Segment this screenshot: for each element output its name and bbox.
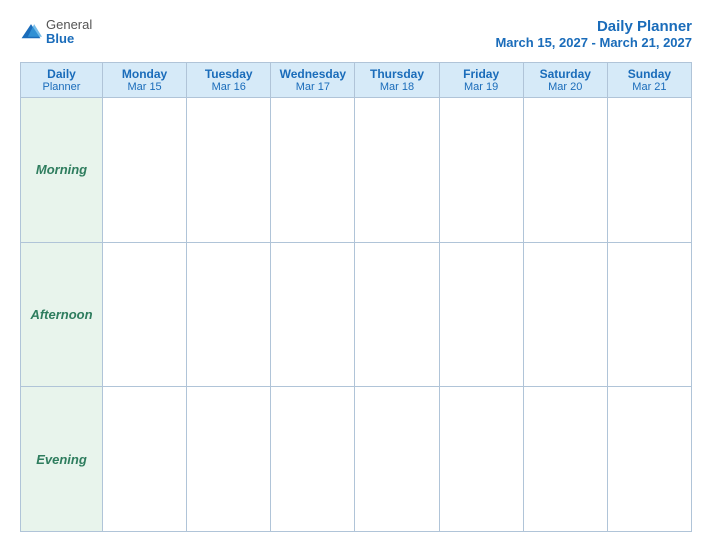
evening-saturday[interactable] bbox=[523, 387, 607, 532]
title-block: Daily Planner March 15, 2027 - March 21,… bbox=[495, 18, 692, 50]
col-header-thursday: Thursday Mar 18 bbox=[355, 63, 439, 98]
morning-sunday[interactable] bbox=[607, 98, 691, 243]
sunday-date: Mar 21 bbox=[610, 81, 689, 93]
tuesday-name: Tuesday bbox=[189, 67, 268, 81]
afternoon-row: Afternoon bbox=[21, 242, 692, 387]
morning-row: Morning bbox=[21, 98, 692, 243]
col-header-line1: Daily bbox=[23, 67, 100, 81]
header: General Blue Daily Planner March 15, 202… bbox=[20, 18, 692, 50]
afternoon-saturday[interactable] bbox=[523, 242, 607, 387]
logo-general: General bbox=[46, 18, 92, 32]
title-sub: March 15, 2027 - March 21, 2027 bbox=[495, 35, 692, 50]
morning-thursday[interactable] bbox=[355, 98, 439, 243]
morning-saturday[interactable] bbox=[523, 98, 607, 243]
monday-name: Monday bbox=[105, 67, 184, 81]
morning-monday[interactable] bbox=[103, 98, 187, 243]
evening-sunday[interactable] bbox=[607, 387, 691, 532]
saturday-date: Mar 20 bbox=[526, 81, 605, 93]
col-header-tuesday: Tuesday Mar 16 bbox=[187, 63, 271, 98]
col-header-friday: Friday Mar 19 bbox=[439, 63, 523, 98]
sunday-name: Sunday bbox=[610, 67, 689, 81]
morning-friday[interactable] bbox=[439, 98, 523, 243]
afternoon-wednesday[interactable] bbox=[271, 242, 355, 387]
col-header-saturday: Saturday Mar 20 bbox=[523, 63, 607, 98]
monday-date: Mar 15 bbox=[105, 81, 184, 93]
evening-friday[interactable] bbox=[439, 387, 523, 532]
tuesday-date: Mar 16 bbox=[189, 81, 268, 93]
wednesday-date: Mar 17 bbox=[273, 81, 352, 93]
afternoon-friday[interactable] bbox=[439, 242, 523, 387]
col-header-label: Daily Planner bbox=[21, 63, 103, 98]
morning-wednesday[interactable] bbox=[271, 98, 355, 243]
friday-date: Mar 19 bbox=[442, 81, 521, 93]
evening-row: Evening bbox=[21, 387, 692, 532]
col-header-wednesday: Wednesday Mar 17 bbox=[271, 63, 355, 98]
afternoon-monday[interactable] bbox=[103, 242, 187, 387]
afternoon-tuesday[interactable] bbox=[187, 242, 271, 387]
wednesday-name: Wednesday bbox=[273, 67, 352, 81]
col-header-monday: Monday Mar 15 bbox=[103, 63, 187, 98]
morning-label: Morning bbox=[21, 98, 103, 243]
thursday-date: Mar 18 bbox=[357, 81, 436, 93]
evening-wednesday[interactable] bbox=[271, 387, 355, 532]
morning-tuesday[interactable] bbox=[187, 98, 271, 243]
afternoon-thursday[interactable] bbox=[355, 242, 439, 387]
header-row: Daily Planner Monday Mar 15 Tuesday Mar … bbox=[21, 63, 692, 98]
logo: General Blue bbox=[20, 18, 92, 47]
afternoon-sunday[interactable] bbox=[607, 242, 691, 387]
logo-icon bbox=[20, 21, 42, 43]
evening-thursday[interactable] bbox=[355, 387, 439, 532]
col-header-sunday: Sunday Mar 21 bbox=[607, 63, 691, 98]
title-main: Daily Planner bbox=[495, 18, 692, 35]
evening-monday[interactable] bbox=[103, 387, 187, 532]
logo-blue: Blue bbox=[46, 32, 92, 46]
saturday-name: Saturday bbox=[526, 67, 605, 81]
page: General Blue Daily Planner March 15, 202… bbox=[0, 0, 712, 550]
evening-tuesday[interactable] bbox=[187, 387, 271, 532]
friday-name: Friday bbox=[442, 67, 521, 81]
thursday-name: Thursday bbox=[357, 67, 436, 81]
logo-text: General Blue bbox=[46, 18, 92, 47]
evening-label: Evening bbox=[21, 387, 103, 532]
calendar-table: Daily Planner Monday Mar 15 Tuesday Mar … bbox=[20, 62, 692, 532]
col-header-line2: Planner bbox=[23, 81, 100, 93]
afternoon-label: Afternoon bbox=[21, 242, 103, 387]
